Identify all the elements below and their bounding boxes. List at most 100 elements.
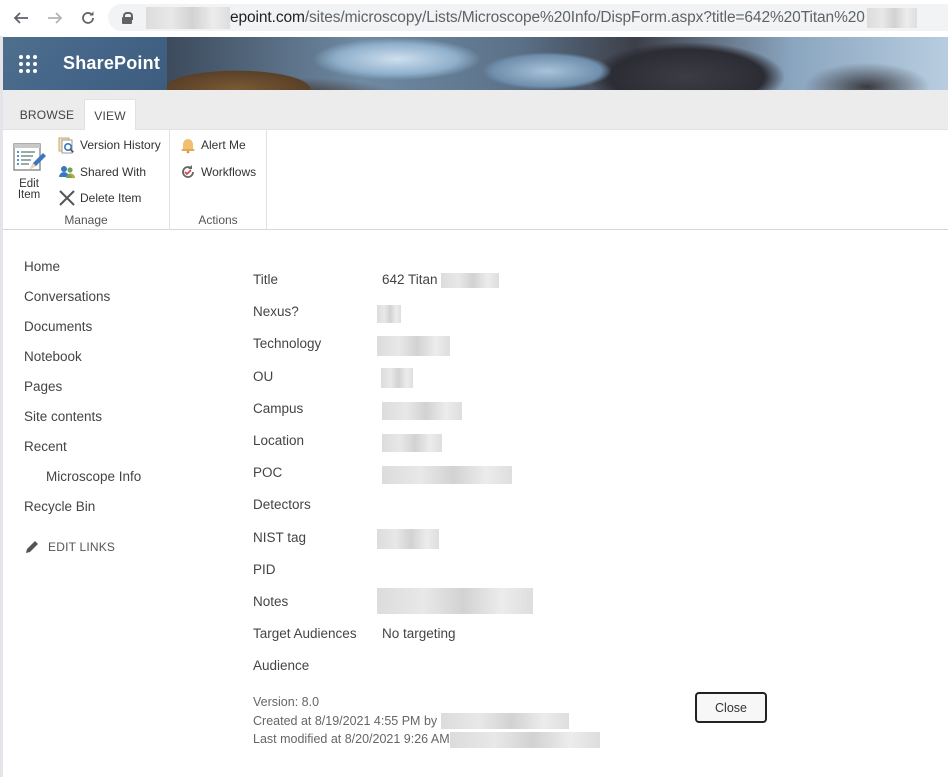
field-value-title: 642 Titan bbox=[382, 268, 500, 300]
url-text: epoint.com/sites/microscopy/Lists/Micros… bbox=[230, 9, 865, 27]
nav-item-notebook[interactable]: Notebook bbox=[24, 346, 224, 376]
created-text: Created at 8/19/2021 4:55 PM by bbox=[253, 713, 438, 728]
redacted-value bbox=[377, 528, 439, 549]
arrow-left-icon bbox=[13, 12, 28, 24]
field-label: Location bbox=[253, 432, 305, 448]
nav-item-conversations[interactable]: Conversations bbox=[24, 286, 224, 316]
edit-links-label: EDIT LINKS bbox=[48, 540, 116, 554]
field-label: Title bbox=[253, 272, 279, 287]
title-value-text: 642 Titan bbox=[382, 272, 438, 287]
nav-item-site-contents[interactable]: Site contents bbox=[24, 406, 224, 436]
redacted-value bbox=[377, 335, 450, 356]
item-version-info: Version: 8.0 Created at 8/19/2021 4:55 P… bbox=[253, 693, 600, 749]
waffle-icon[interactable] bbox=[19, 54, 37, 73]
tab-view[interactable]: VIEW bbox=[84, 99, 136, 131]
header-banner-image bbox=[167, 37, 948, 90]
modified-info: Last modified at 8/20/2021 9:26 AM bbox=[253, 730, 600, 749]
field-row-nexus: Nexus? bbox=[253, 300, 813, 332]
field-label: OU bbox=[253, 368, 274, 384]
redacted-value bbox=[377, 305, 401, 324]
field-value-location bbox=[382, 429, 442, 461]
field-row-notes: Notes bbox=[253, 588, 813, 622]
workflows-button[interactable]: Workflows bbox=[179, 163, 256, 181]
field-row-technology: Technology bbox=[253, 332, 813, 364]
delete-item-label: Delete Item bbox=[80, 191, 142, 205]
shared-with-button[interactable]: Shared With bbox=[58, 163, 146, 181]
edit-item-label-line2: Item bbox=[17, 189, 41, 201]
redacted-author[interactable] bbox=[440, 713, 569, 730]
manage-group-label: Manage bbox=[64, 213, 108, 227]
field-value-campus bbox=[382, 397, 462, 429]
redacted-editor[interactable] bbox=[449, 731, 600, 748]
tab-browse[interactable]: BROWSE bbox=[11, 99, 83, 131]
shared-with-icon bbox=[58, 163, 76, 181]
reload-icon bbox=[82, 11, 94, 24]
suite-bar: SharePoint bbox=[3, 37, 948, 90]
redacted-value bbox=[441, 272, 500, 288]
field-label: Target Audiences bbox=[253, 626, 357, 642]
pencil-icon bbox=[24, 540, 40, 554]
workflows-label: Workflows bbox=[201, 165, 257, 179]
nav-item-recycle-bin[interactable]: Recycle Bin bbox=[24, 496, 224, 526]
forward-button[interactable] bbox=[44, 7, 66, 29]
version-history-button[interactable]: Version History bbox=[58, 136, 161, 154]
lock-icon bbox=[122, 11, 133, 24]
ribbon-group-manage: Edit Item Version History Shared With De… bbox=[3, 130, 170, 230]
redacted-value bbox=[382, 433, 442, 452]
field-value-notes bbox=[377, 588, 533, 622]
field-value-poc bbox=[382, 461, 512, 493]
field-row-target-audiences: Target Audiences No targeting bbox=[253, 622, 813, 654]
field-label: Campus bbox=[253, 400, 304, 416]
alert-me-button[interactable]: Alert Me bbox=[179, 136, 246, 154]
ribbon-group-actions: Alert Me Workflows Actions bbox=[170, 130, 267, 230]
nav-item-documents[interactable]: Documents bbox=[24, 316, 224, 346]
field-value-ou bbox=[381, 365, 413, 397]
item-display-form: Title 642 Titan Nexus? Technology OU Cam… bbox=[253, 268, 813, 686]
delete-x-icon bbox=[58, 189, 76, 207]
field-label: Detectors bbox=[253, 497, 311, 513]
arrow-right-icon bbox=[48, 12, 63, 24]
field-row-detectors: Detectors bbox=[253, 493, 813, 525]
field-row-nist-tag: NIST tag bbox=[253, 526, 813, 558]
field-value-nist-tag bbox=[377, 526, 439, 558]
field-label: PID bbox=[253, 561, 276, 577]
brand-name[interactable]: SharePoint bbox=[63, 53, 160, 74]
nav-item-recent[interactable]: Recent bbox=[24, 436, 224, 466]
address-bar[interactable]: epoint.com/sites/microscopy/Lists/Micros… bbox=[108, 4, 948, 31]
nav-item-pages[interactable]: Pages bbox=[24, 376, 224, 406]
suite-brand: SharePoint bbox=[3, 37, 167, 90]
version-text: Version: 8.0 bbox=[253, 695, 320, 709]
redacted-value[interactable] bbox=[382, 466, 512, 485]
shared-with-label: Shared With bbox=[80, 165, 147, 179]
field-label: Nexus? bbox=[253, 304, 299, 320]
back-button[interactable] bbox=[10, 7, 32, 29]
browser-toolbar: epoint.com/sites/microscopy/Lists/Micros… bbox=[0, 0, 948, 36]
reload-button[interactable] bbox=[77, 7, 99, 29]
field-label: Audience bbox=[253, 658, 310, 674]
delete-item-button[interactable]: Delete Item bbox=[58, 189, 141, 207]
close-button[interactable]: Close bbox=[695, 692, 767, 723]
redacted-value bbox=[382, 401, 462, 420]
field-row-poc: POC bbox=[253, 461, 813, 493]
field-row-title: Title 642 Titan bbox=[253, 268, 813, 300]
created-info: Created at 8/19/2021 4:55 PM by bbox=[253, 712, 600, 731]
nav-item-microscope-info[interactable]: Microscope Info bbox=[24, 466, 224, 496]
version-history-icon bbox=[58, 136, 76, 154]
field-value-nexus bbox=[377, 300, 401, 332]
edit-links-button[interactable]: EDIT LINKS bbox=[24, 540, 224, 554]
edit-item-button[interactable]: Edit Item bbox=[9, 142, 49, 201]
ribbon-body: Edit Item Version History Shared With De… bbox=[3, 130, 948, 230]
edit-item-icon bbox=[12, 142, 46, 174]
actions-group-label: Actions bbox=[198, 213, 238, 227]
nav-item-home[interactable]: Home bbox=[24, 256, 224, 286]
redacted-url-host bbox=[146, 6, 230, 29]
version-history-label: Version History bbox=[80, 138, 161, 152]
redacted-value bbox=[377, 588, 533, 615]
modified-text: Last modified at 8/20/2021 9:26 AM bbox=[253, 732, 450, 746]
field-row-ou: OU bbox=[253, 365, 813, 397]
quick-launch-nav: Home Conversations Documents Notebook Pa… bbox=[24, 256, 224, 554]
field-row-location: Location bbox=[253, 429, 813, 461]
redacted-url-tail bbox=[866, 7, 917, 28]
field-label: Technology bbox=[253, 336, 322, 352]
field-value-technology bbox=[377, 332, 450, 364]
